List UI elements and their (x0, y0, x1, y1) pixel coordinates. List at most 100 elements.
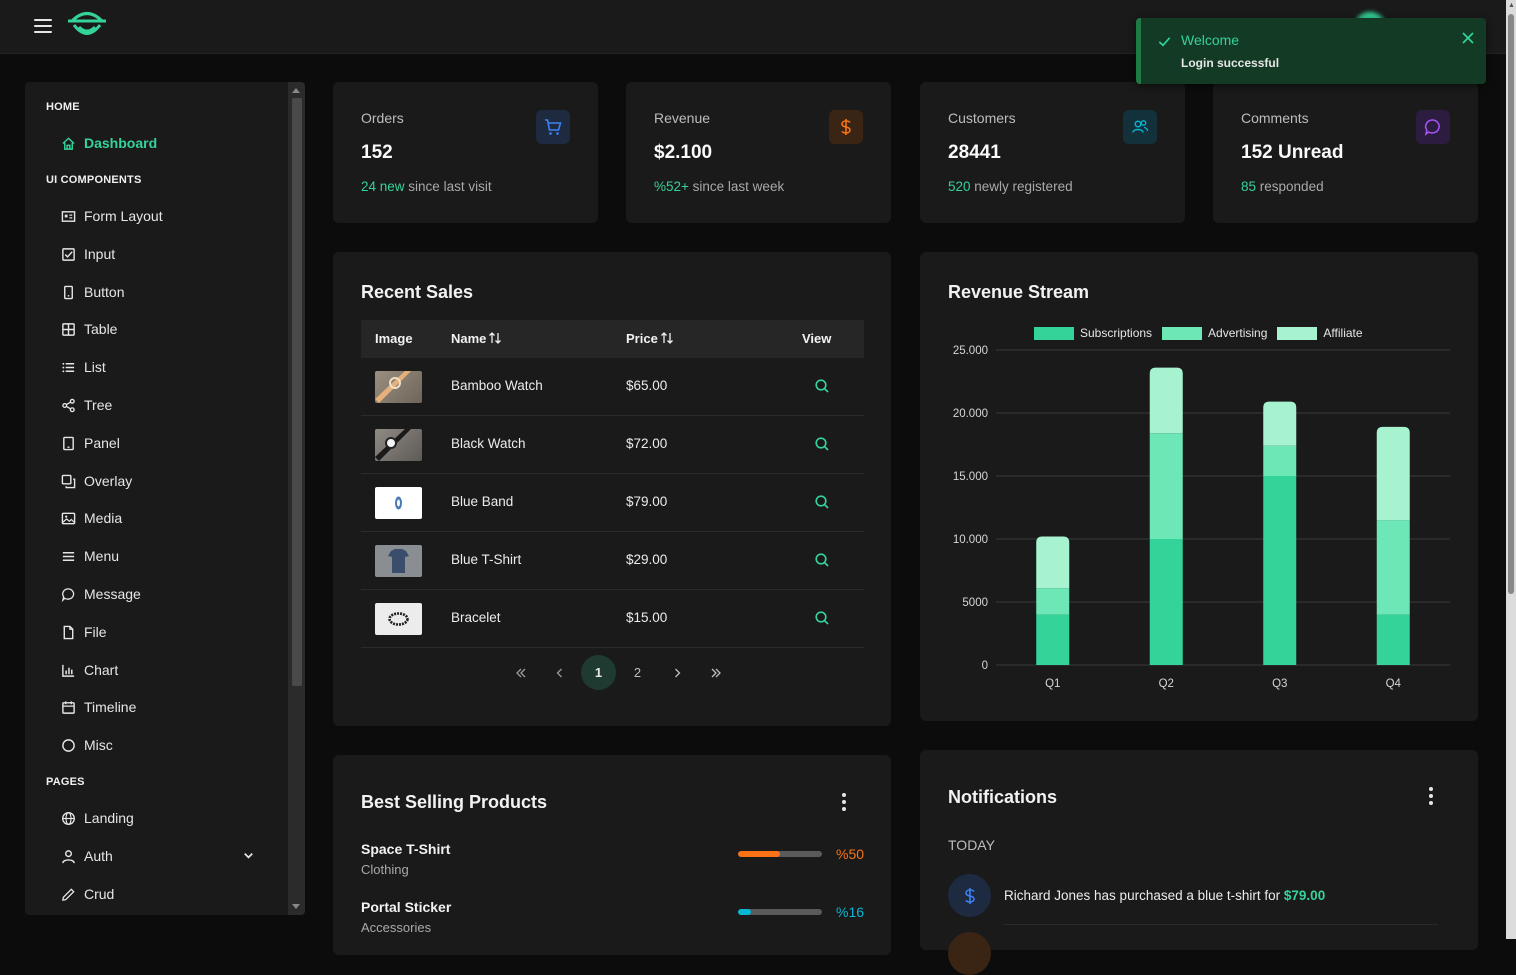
table-row: Black Watch $72.00 (361, 416, 864, 474)
y-tick-label: 0 (982, 660, 988, 672)
table-row: Blue Band $79.00 (361, 474, 864, 532)
last-page-button[interactable] (698, 655, 733, 690)
notification-group-label: TODAY (948, 837, 995, 853)
sidebar: HOME Dashboard UI COMPONENTS Form Layout… (25, 82, 305, 915)
stat-title: Customers (948, 110, 1016, 126)
chevron-left-icon (556, 668, 562, 677)
bar-segment (1149, 433, 1183, 539)
search-icon[interactable] (814, 610, 830, 626)
toast-notification: Welcome Login successful (1136, 18, 1486, 84)
table-row: Blue T-Shirt $29.00 (361, 532, 864, 590)
stat-value: $2.100 (654, 142, 713, 163)
search-icon[interactable] (814, 552, 830, 568)
sidebar-item-chart[interactable]: Chart (61, 658, 118, 682)
product-category: Clothing (361, 862, 409, 877)
mobile-icon (64, 285, 73, 299)
sidebar-item-message[interactable]: Message (61, 582, 141, 606)
menu-toggle-button[interactable] (30, 13, 56, 39)
notifications-title: Notifications (948, 787, 1058, 807)
product-image (375, 545, 422, 577)
app-logo[interactable] (66, 8, 108, 44)
next-page-button[interactable] (659, 655, 694, 690)
sidebar-item-overlay[interactable]: Overlay (61, 469, 132, 493)
sidebar-item-button[interactable]: Button (61, 280, 124, 304)
sidebar-scrollbar[interactable] (288, 82, 305, 915)
bar-segment (1149, 539, 1183, 665)
close-icon[interactable] (1460, 30, 1476, 46)
stat-subtext: %52+ since last week (654, 179, 785, 194)
first-page-button[interactable] (503, 655, 538, 690)
bar-segment (1376, 614, 1410, 665)
comment-icon (61, 587, 75, 602)
sidebar-item-media[interactable]: Media (61, 506, 122, 530)
sidebar-item-input[interactable]: Input (61, 242, 115, 266)
sidebar-item-landing[interactable]: Landing (61, 806, 134, 830)
sidebar-item-timeline[interactable]: Timeline (61, 695, 136, 719)
product-price: $15.00 (626, 610, 668, 625)
column-header-name[interactable]: Name (451, 331, 502, 346)
best-selling-title: Best Selling Products (361, 792, 548, 812)
sidebar-item-dashboard[interactable]: Dashboard (61, 131, 157, 155)
sidebar-section-ui-components: UI COMPONENTS (46, 174, 142, 186)
page-button-1[interactable]: 1 (581, 655, 616, 690)
check-square-icon (62, 247, 75, 261)
sidebar-item-file[interactable]: File (61, 620, 107, 644)
sidebar-section-pages: PAGES (46, 776, 85, 788)
x-tick-label: Q4 (1386, 678, 1402, 690)
search-icon[interactable] (814, 494, 830, 510)
column-header-view: View (802, 331, 832, 346)
stat-title: Orders (361, 110, 404, 126)
sidebar-item-label: Message (84, 586, 141, 602)
circle-icon (62, 738, 75, 752)
more-options-button[interactable] (834, 792, 854, 812)
search-icon[interactable] (814, 378, 830, 394)
stat-card-comments: Comments 152 Unread 85 responded (1213, 82, 1478, 223)
product-price: $79.00 (626, 494, 668, 509)
stat-value: 152 (361, 142, 393, 163)
notification-text: Richard Jones has purchased a blue t-shi… (1004, 888, 1326, 903)
sidebar-item-panel[interactable]: Panel (61, 431, 120, 455)
table-row: Bracelet $15.00 (361, 590, 864, 648)
progress-bar (738, 851, 822, 857)
bar-segment (1263, 445, 1297, 476)
image-icon (61, 512, 76, 524)
search-icon[interactable] (814, 436, 830, 452)
product-name: Bracelet (451, 610, 501, 625)
y-tick-label: 25.000 (953, 345, 988, 357)
prev-page-button[interactable] (542, 655, 577, 690)
sidebar-section-home: HOME (46, 101, 80, 113)
chevron-down-icon[interactable] (241, 848, 256, 863)
sidebar-item-misc[interactable]: Misc (61, 733, 113, 757)
sidebar-item-label: Table (84, 321, 118, 337)
sidebar-item-label: Tree (84, 397, 113, 413)
page-button-2[interactable]: 2 (620, 655, 655, 690)
sidebar-item-table[interactable]: Table (61, 317, 117, 341)
sidebar-item-list[interactable]: List (61, 355, 106, 379)
y-tick-label: 15.000 (953, 471, 988, 483)
bar-segment (1149, 367, 1183, 434)
page-scrollbar[interactable]: ▲ (1506, 0, 1516, 939)
sidebar-item-label: Input (84, 246, 116, 262)
sidebar-item-tree[interactable]: Tree (61, 393, 112, 417)
table-header: Image Name Price View (361, 320, 864, 358)
sidebar-item-crud[interactable]: Crud (61, 882, 114, 906)
stat-card-orders: Orders 152 24 new since last visit (333, 82, 598, 223)
sidebar-item-label: Menu (84, 548, 120, 564)
recent-sales-card: Recent Sales Image Name Price View Bambo… (333, 252, 891, 726)
dollar-icon (948, 874, 991, 917)
sidebar-item-auth[interactable]: Auth (61, 844, 253, 868)
toast-title: Welcome (1181, 32, 1240, 48)
bar-segment (1036, 588, 1070, 615)
product-price: $65.00 (626, 378, 668, 393)
sidebar-item-menu[interactable]: Menu (61, 544, 119, 568)
cart-icon (536, 110, 570, 144)
progress-percent: %16 (836, 904, 865, 920)
stat-value: 28441 (948, 142, 1001, 163)
pencil-icon (62, 887, 75, 901)
calendar-icon (62, 700, 75, 714)
more-options-button[interactable] (1421, 786, 1441, 806)
stat-subtext: 520 newly registered (948, 179, 1073, 194)
notification-avatar (948, 932, 991, 975)
sidebar-item-form-layout[interactable]: Form Layout (61, 204, 163, 228)
column-header-price[interactable]: Price (626, 331, 674, 346)
